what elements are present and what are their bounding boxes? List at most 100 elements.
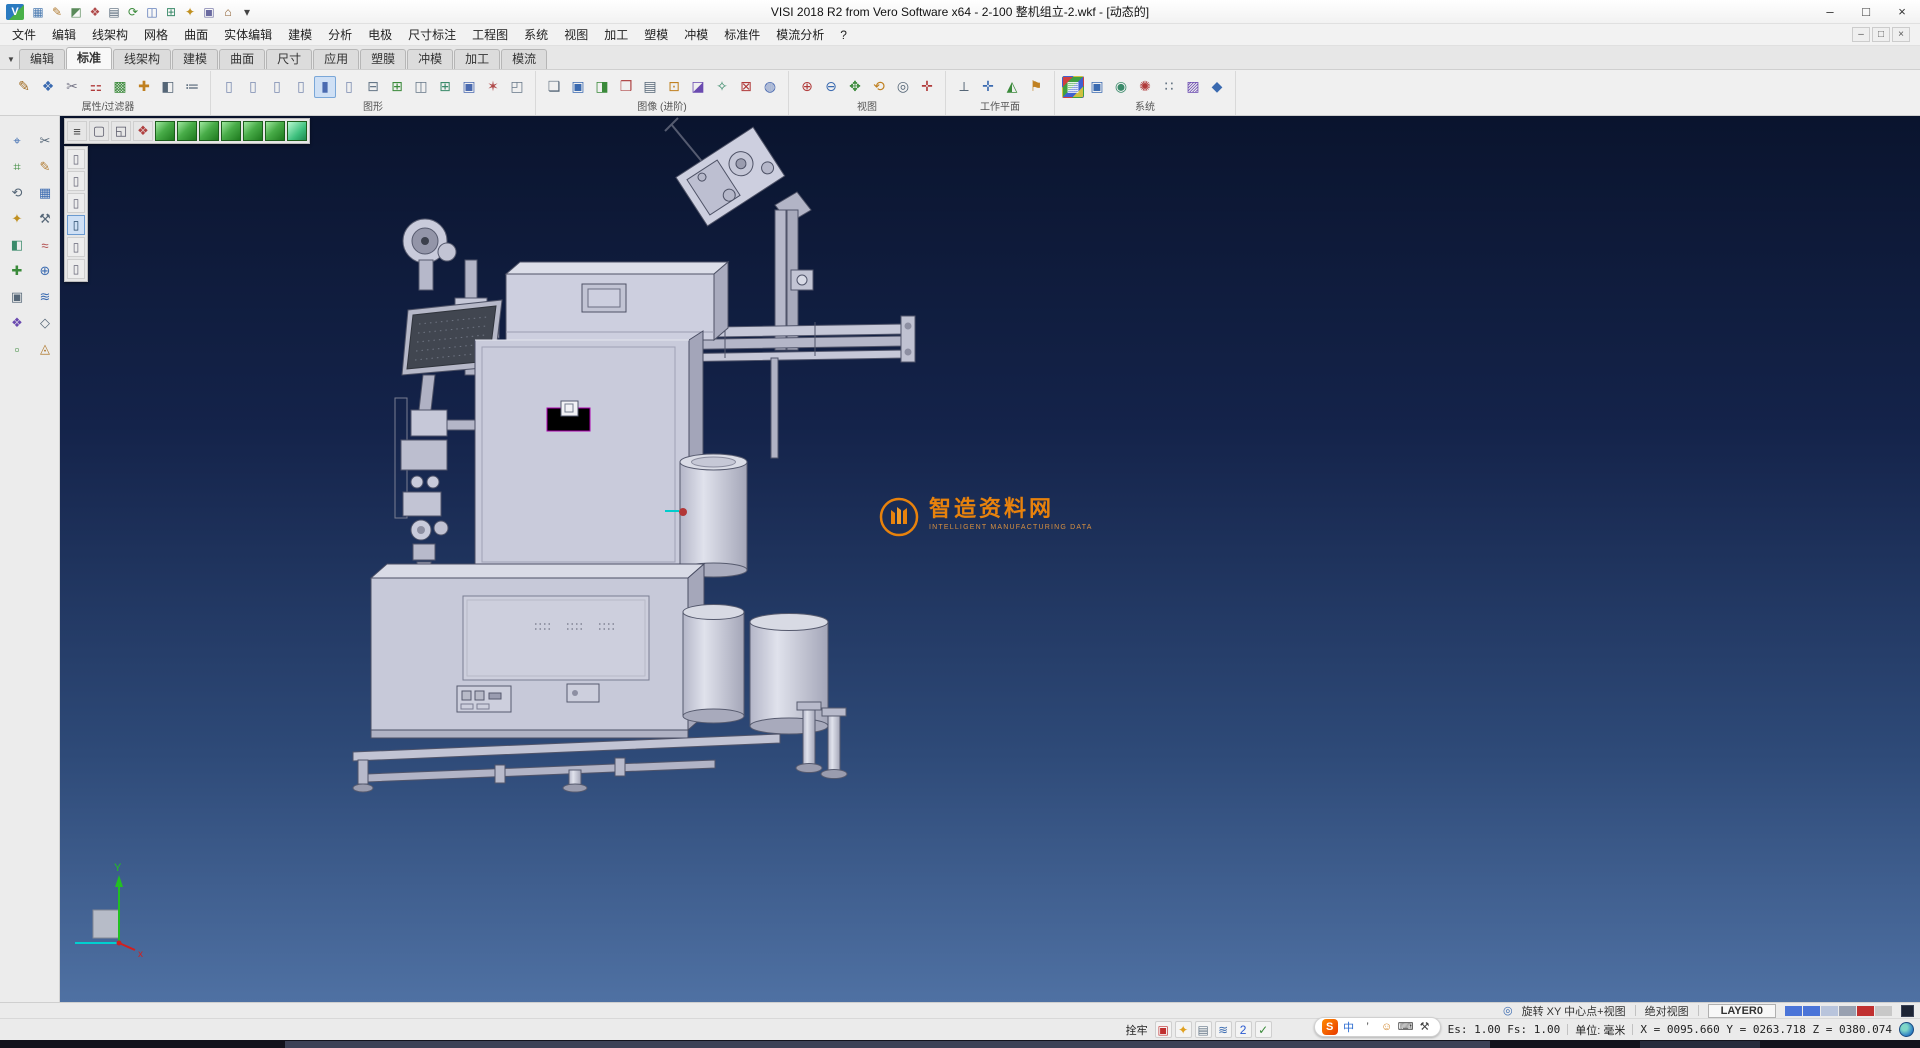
tool-icon[interactable]: ◰ xyxy=(506,76,528,98)
tool-icon[interactable]: ⊠ xyxy=(735,76,757,98)
clipboard-icon[interactable]: ▯ xyxy=(67,171,85,191)
qa-windows-icon[interactable]: ◫ xyxy=(143,3,161,21)
menu-item[interactable]: 工程图 xyxy=(464,24,516,45)
ime-toolbox-icon[interactable]: ⚒ xyxy=(1417,1019,1433,1035)
tool-icon[interactable]: ❖ xyxy=(6,312,28,334)
taskbar-tray[interactable] xyxy=(1640,1041,1760,1048)
status-check-icon[interactable]: ✓ xyxy=(1255,1021,1272,1038)
qa-render-icon[interactable]: ❖ xyxy=(86,3,104,21)
menu-item[interactable]: 建模 xyxy=(280,24,320,45)
antenna[interactable] xyxy=(665,118,704,164)
tool-icon[interactable]: ⚑ xyxy=(1025,76,1047,98)
qa-redo-icon[interactable]: ⟳ xyxy=(124,3,142,21)
tool-icon[interactable]: ✥ xyxy=(844,76,866,98)
tool-icon[interactable]: ❖ xyxy=(37,76,59,98)
tool-icon[interactable]: ◆ xyxy=(1206,76,1228,98)
tab[interactable]: 应用 xyxy=(313,49,359,69)
layer-color-swatch[interactable] xyxy=(1839,1006,1856,1016)
background-color-swatch[interactable] xyxy=(1901,1005,1914,1017)
clipboard-icon[interactable]: ▯ xyxy=(67,215,85,235)
viewport[interactable]: ≡▢◱❖ ▯▯▯▯▯▯ xyxy=(60,116,1920,1002)
machine-legs[interactable] xyxy=(796,702,847,779)
tool-icon[interactable]: ⟂ xyxy=(953,76,975,98)
tool-icon[interactable]: ✎ xyxy=(13,76,35,98)
menu-item[interactable]: 线架构 xyxy=(84,24,136,45)
view-cube-iso-2-icon[interactable] xyxy=(177,121,197,141)
minimize-button[interactable]: – xyxy=(1812,1,1848,23)
tool-icon[interactable]: ✶ xyxy=(482,76,504,98)
taskbar-segment[interactable] xyxy=(285,1041,1490,1048)
menu-item[interactable]: 实体编辑 xyxy=(216,24,280,45)
tool-icon[interactable]: ✧ xyxy=(711,76,733,98)
view-cube-front-icon[interactable] xyxy=(221,121,241,141)
color-grid-icon[interactable]: ▦ xyxy=(1062,76,1084,98)
view-mode-icon[interactable]: ◎ xyxy=(1503,1004,1513,1017)
clipboard-icon[interactable]: ▯ xyxy=(67,259,85,279)
mid-cabinet[interactable] xyxy=(475,331,703,569)
menu-item[interactable]: 塑模 xyxy=(636,24,676,45)
tool-icon[interactable]: ▯ xyxy=(242,76,264,98)
tool-icon[interactable]: ✚ xyxy=(133,76,155,98)
view-cube-back-icon[interactable] xyxy=(265,121,285,141)
qa-frame-icon[interactable]: ▣ xyxy=(200,3,218,21)
tool-icon[interactable]: ◭ xyxy=(1001,76,1023,98)
tool-icon[interactable]: ≈ xyxy=(34,234,56,256)
tool-icon[interactable]: ✺ xyxy=(1134,76,1156,98)
layer-selector[interactable]: LAYER0 xyxy=(1708,1004,1776,1018)
status-flag-icon[interactable]: ▣ xyxy=(1155,1021,1172,1038)
close-button[interactable]: × xyxy=(1884,1,1920,23)
tool-icon[interactable]: ⊕ xyxy=(796,76,818,98)
status-2d-icon[interactable]: 2 xyxy=(1235,1021,1252,1038)
tool-icon[interactable]: ▯ xyxy=(338,76,360,98)
menu-item[interactable]: 视图 xyxy=(556,24,596,45)
clipboard-icon[interactable]: ▯ xyxy=(67,237,85,257)
doc-minimize-button[interactable]: – xyxy=(1852,27,1870,42)
menu-item[interactable]: 系统 xyxy=(516,24,556,45)
menu-item[interactable]: 分析 xyxy=(320,24,360,45)
doc-restore-button[interactable]: □ xyxy=(1872,27,1890,42)
tab[interactable]: 线架构 xyxy=(113,49,171,69)
tool-icon[interactable]: ◍ xyxy=(759,76,781,98)
qa-shade-icon[interactable]: ◩ xyxy=(67,3,85,21)
upper-cabinet[interactable] xyxy=(506,262,728,340)
tool-icon[interactable]: ◨ xyxy=(591,76,613,98)
qa-layers-icon[interactable]: ▤ xyxy=(105,3,123,21)
qa-edit-icon[interactable]: ✎ xyxy=(48,3,66,21)
clipboard-icon[interactable]: ▯ xyxy=(67,193,85,213)
absolute-view-label[interactable]: 绝对视图 xyxy=(1645,1003,1689,1019)
tool-icon[interactable]: ◧ xyxy=(157,76,179,98)
status-grid-icon[interactable]: ▤ xyxy=(1195,1021,1212,1038)
layer-color-swatch[interactable] xyxy=(1785,1006,1802,1016)
tool-icon[interactable]: ▣ xyxy=(6,286,28,308)
tool-icon[interactable]: ⊟ xyxy=(362,76,384,98)
tool-icon[interactable]: ▣ xyxy=(1086,76,1108,98)
tool-icon[interactable]: ≋ xyxy=(34,286,56,308)
tab[interactable]: 冲模 xyxy=(407,49,453,69)
tool-icon[interactable]: ⊞ xyxy=(434,76,456,98)
tool-icon[interactable]: ⊕ xyxy=(34,260,56,282)
taskbar[interactable] xyxy=(0,1040,1920,1048)
tool-icon[interactable]: ◧ xyxy=(6,234,28,256)
tool-icon[interactable]: ▫ xyxy=(6,338,28,360)
tool-icon[interactable]: ◉ xyxy=(1110,76,1132,98)
tab[interactable]: 模流 xyxy=(501,49,547,69)
tool-icon[interactable]: ◬ xyxy=(34,338,56,360)
tool-icon[interactable]: ⟲ xyxy=(868,76,890,98)
tool-icon[interactable]: ⌗ xyxy=(6,156,28,178)
tool-icon[interactable]: ▮ xyxy=(314,76,336,98)
tool-icon[interactable]: ▩ xyxy=(109,76,131,98)
base-frame[interactable] xyxy=(353,734,780,792)
tool-icon[interactable]: ◎ xyxy=(892,76,914,98)
viewport-split-icon[interactable]: ◱ xyxy=(111,121,131,141)
layer-color-swatch[interactable] xyxy=(1803,1006,1820,1016)
tool-icon[interactable]: ▯ xyxy=(218,76,240,98)
tool-icon[interactable]: ⚏ xyxy=(85,76,107,98)
qa-home-icon[interactable]: ⌂ xyxy=(219,3,237,21)
menu-item[interactable]: 文件 xyxy=(4,24,44,45)
sogou-logo-icon[interactable]: S xyxy=(1322,1019,1338,1035)
menu-item[interactable]: 冲模 xyxy=(676,24,716,45)
view-cube-top-icon[interactable] xyxy=(199,121,219,141)
tab-overflow-caret-icon[interactable]: ▼ xyxy=(3,55,19,69)
tool-icon[interactable]: ⊞ xyxy=(386,76,408,98)
tool-icon[interactable]: ⟲ xyxy=(6,182,28,204)
